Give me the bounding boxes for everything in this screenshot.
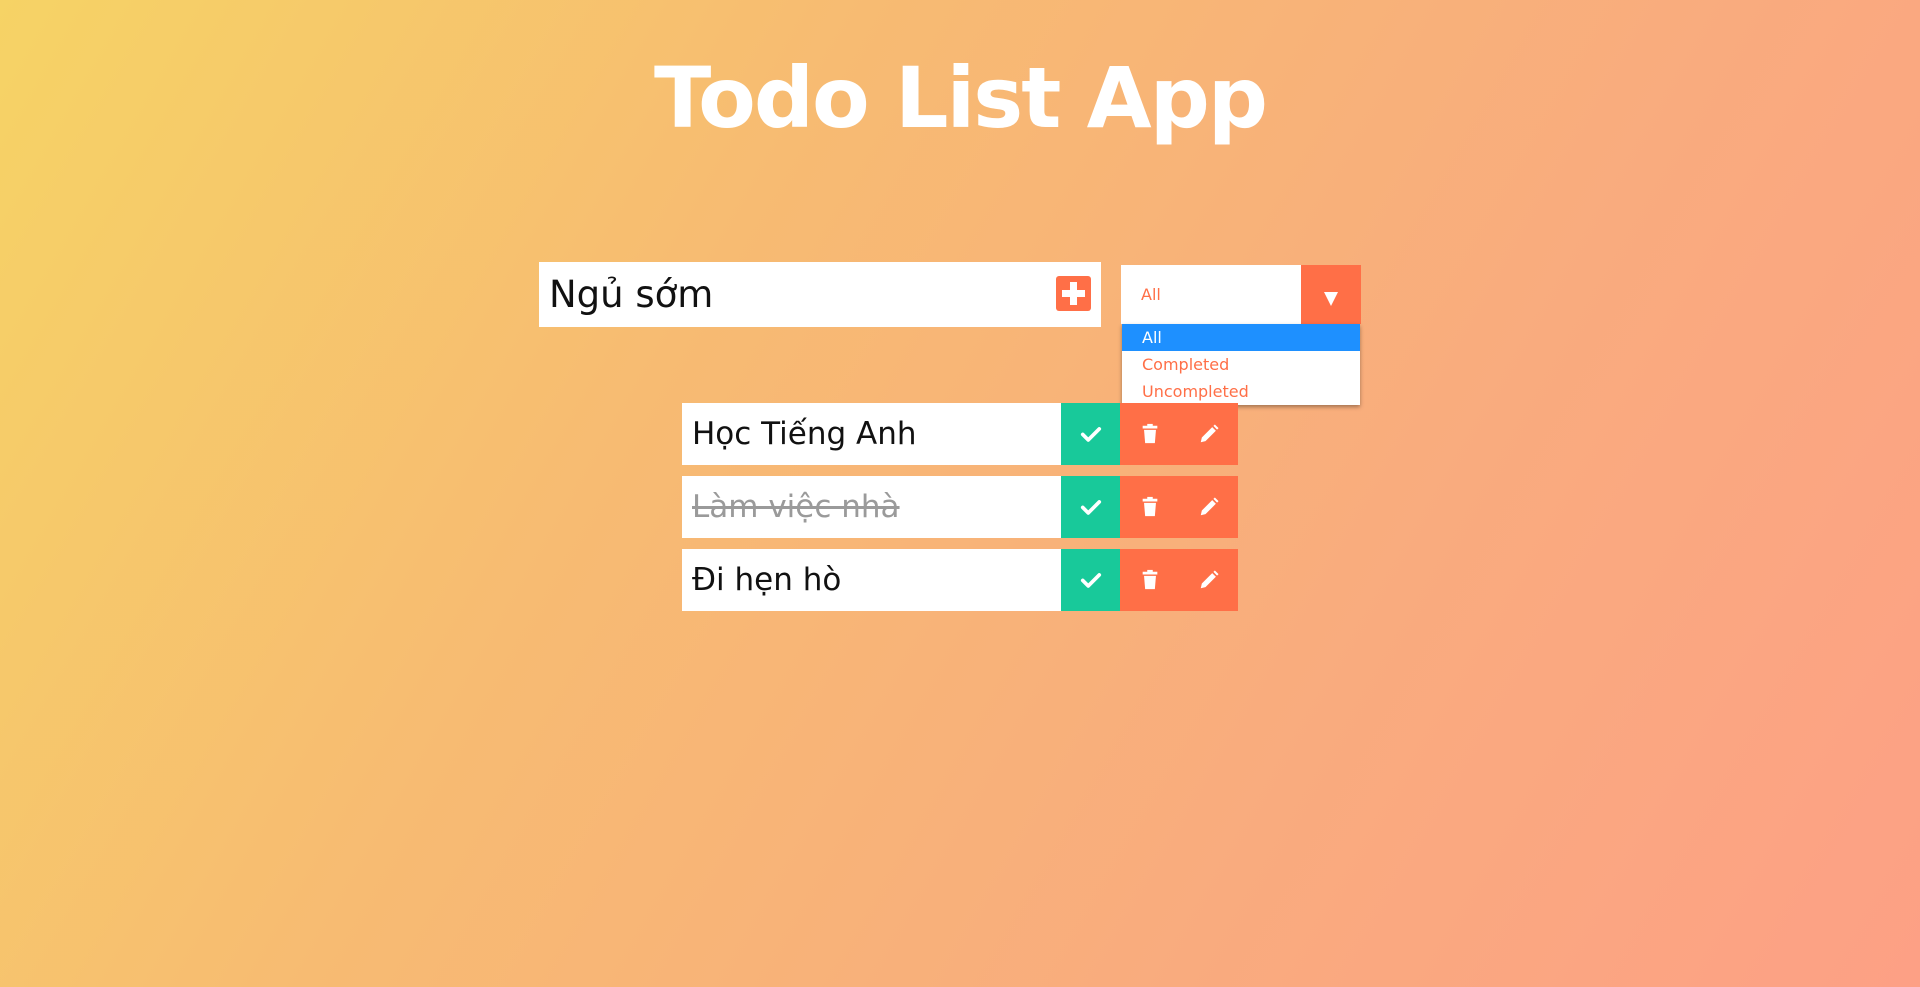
page-title: Todo List App [654,49,1268,147]
edit-button[interactable] [1179,476,1238,538]
complete-button[interactable] [1061,549,1120,611]
todo-text: Làm việc nhà [682,476,1061,538]
filter-dropdown-list: All Completed Uncompleted [1122,324,1360,405]
complete-button[interactable] [1061,403,1120,465]
delete-button[interactable] [1120,403,1179,465]
pencil-icon [1200,424,1219,443]
trash-icon [1142,496,1158,517]
check-icon [1080,573,1102,588]
check-icon [1080,427,1102,442]
trash-icon [1142,569,1158,590]
todo-item: Đi hẹn hò [682,549,1238,611]
filter-arrow-button[interactable] [1301,265,1361,324]
filter-option-all[interactable]: All [1122,324,1360,351]
delete-button[interactable] [1120,549,1179,611]
filter-selected-value: All [1141,285,1161,304]
filter-select[interactable]: All [1121,265,1361,324]
filter-option-completed[interactable]: Completed [1122,351,1360,378]
trash-icon [1142,423,1158,444]
todo-text: Đi hẹn hò [682,549,1061,611]
delete-button[interactable] [1120,476,1179,538]
caret-down-icon [1324,292,1338,306]
add-todo-form [539,262,1101,327]
edit-button[interactable] [1179,403,1238,465]
todo-text: Học Tiếng Anh [682,403,1061,465]
todo-item: Làm việc nhà [682,476,1238,538]
add-button[interactable] [1056,276,1091,311]
complete-button[interactable] [1061,476,1120,538]
pencil-icon [1200,570,1219,589]
edit-button[interactable] [1179,549,1238,611]
todo-input[interactable] [539,262,1019,327]
filter-option-uncompleted[interactable]: Uncompleted [1122,378,1360,405]
pencil-icon [1200,497,1219,516]
check-icon [1080,500,1102,515]
todo-item: Học Tiếng Anh [682,403,1238,465]
